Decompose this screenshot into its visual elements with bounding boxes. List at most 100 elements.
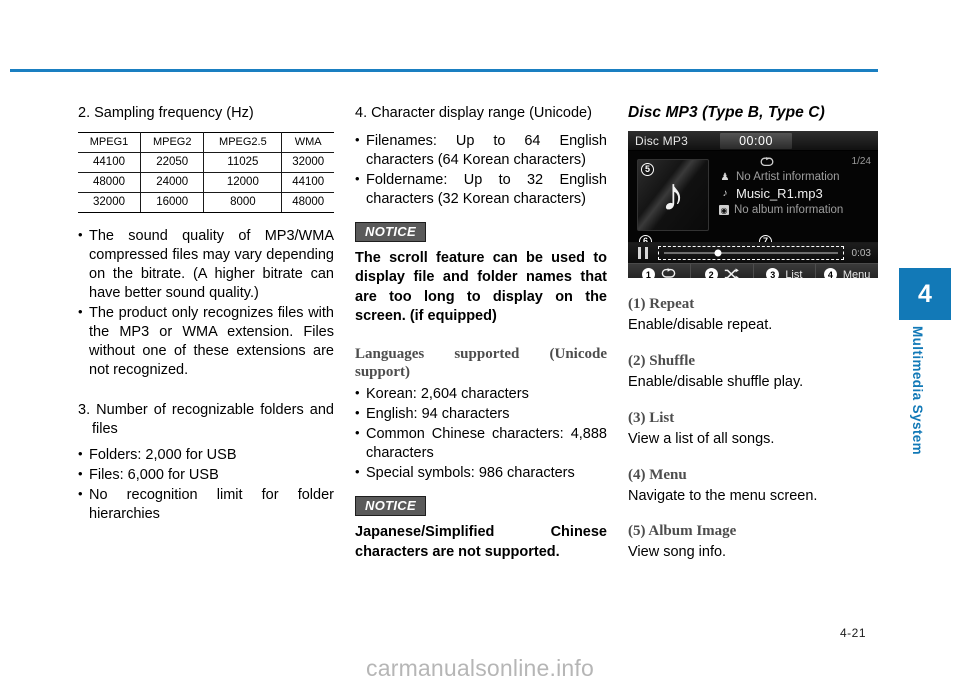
album-icon: ◉ xyxy=(719,205,729,215)
metadata-row-title: ♪ Music_R1.mp3 xyxy=(719,186,871,201)
seek-bar[interactable] xyxy=(658,246,844,260)
metadata-row-album: ◉ No album information xyxy=(719,204,871,216)
list-item: The sound quality of MP3/WMA compressed … xyxy=(78,226,334,304)
seek-thumb[interactable] xyxy=(714,249,722,257)
shuffle-icon xyxy=(724,267,739,278)
column-two: 4. Character display range (Unicode) Fil… xyxy=(355,104,607,562)
page-number: 4-21 xyxy=(840,626,867,640)
header-rule xyxy=(10,69,878,72)
callout-2: 2 xyxy=(704,268,718,278)
table-cell: 8000 xyxy=(203,191,283,213)
pause-button[interactable] xyxy=(638,247,648,259)
table-row: 44100 22050 11025 32000 xyxy=(78,151,334,173)
languages-bullets: Korean: 2,604 characters English: 94 cha… xyxy=(355,384,607,484)
callout-desc-1: Enable/disable repeat. xyxy=(628,317,773,333)
clock-display: 00:00 xyxy=(720,132,792,149)
callout-5: 5 xyxy=(641,163,654,176)
table-row: 32000 16000 8000 48000 xyxy=(78,191,334,213)
notice-badge: NOTICE xyxy=(355,222,426,243)
callout-3: 3 xyxy=(766,268,780,278)
table-cell: 44100 xyxy=(281,171,334,193)
track-count: 1/24 xyxy=(851,156,871,167)
tab-list[interactable]: 3 List xyxy=(754,264,817,278)
elapsed-time: 0:03 xyxy=(851,247,871,259)
track-metadata: ♟ No Artist information ♪ Music_R1.mp3 ◉… xyxy=(719,171,871,219)
track-title-text: Music_R1.mp3 xyxy=(736,186,823,201)
list-item: Korean: 2,604 characters xyxy=(355,384,607,404)
character-range-bullets: Filenames: Up to 64 English characters (… xyxy=(355,131,607,210)
callout-heading-3: (3) List xyxy=(628,409,675,426)
repeat-icon xyxy=(661,268,676,278)
folder-count-bullets: Folders: 2,000 for USB Files: 6,000 for … xyxy=(78,445,334,525)
column-three: Disc MP3 (Type B, Type C) Disc MP3 00:00… xyxy=(628,104,878,562)
table-col-header: MPEG2 xyxy=(140,131,205,153)
artist-text: No Artist information xyxy=(736,171,840,183)
chapter-label: Multimedia System xyxy=(910,326,925,456)
head-unit-tab-bar: 1 2 3 List 4 Menu xyxy=(628,263,878,278)
callout-desc-4: Navigate to the menu screen. xyxy=(628,487,818,504)
list-item: Filenames: Up to 64 English characters (… xyxy=(355,131,607,170)
table-cell: 32000 xyxy=(78,191,142,213)
list-item: English: 94 characters xyxy=(355,404,607,424)
callout-desc-5: View song info. xyxy=(628,544,727,561)
list-item: Folders: 2,000 for USB xyxy=(78,445,334,465)
table-col-header: MPEG1 xyxy=(78,131,142,153)
tab-shuffle[interactable]: 2 xyxy=(691,264,754,278)
chapter-tab: 4 xyxy=(899,268,951,320)
callout-heading-2: (2) Shuffle xyxy=(628,352,696,369)
callout-1: 1 xyxy=(641,268,655,278)
callout-descriptions: (1) Repeat Enable/disable repeat. (2) Sh… xyxy=(628,296,878,562)
list-item: Foldername: Up to 32 English characters … xyxy=(355,170,607,209)
table-cell: 12000 xyxy=(203,171,283,193)
chapter-number: 4 xyxy=(918,279,932,308)
table-col-header: WMA xyxy=(281,131,334,153)
table-cell: 22050 xyxy=(140,151,205,173)
watermark: carmanualsonline.info xyxy=(366,655,594,681)
tab-list-label: List xyxy=(785,268,803,279)
table-cell: 48000 xyxy=(281,191,334,213)
column-one: 2. Sampling frequency (Hz) MPEG1 MPEG2 M… xyxy=(78,104,334,525)
tab-menu-label: Menu xyxy=(842,268,871,279)
table-cell: 24000 xyxy=(140,171,205,193)
tab-menu[interactable]: 4 Menu xyxy=(816,264,878,278)
list-item: Special symbols: 986 characters xyxy=(355,463,607,483)
table-cell: 44100 xyxy=(78,151,142,173)
section-heading-sampling-frequency: 2. Sampling frequency (Hz) xyxy=(78,105,254,121)
section-heading-folder-count: 3. Number of recognizable folders and fi… xyxy=(78,401,334,437)
head-unit-screenshot: Disc MP3 00:00 ♪ 5 1/24 ♟ No Artist info… xyxy=(628,131,878,278)
callout-4: 4 xyxy=(823,268,837,278)
list-item: The product only recognizes files with t… xyxy=(78,303,334,381)
table-cell: 48000 xyxy=(78,171,142,193)
table-cell: 16000 xyxy=(140,191,205,213)
table-col-header: MPEG2.5 xyxy=(203,131,283,153)
album-text: No album information xyxy=(734,204,844,216)
table-row: 48000 24000 12000 44100 xyxy=(78,171,334,193)
music-note-icon: ♪ xyxy=(722,188,728,199)
callout-heading-4: (4) Menu xyxy=(628,466,687,483)
list-item: No recognition limit for folder hierarch… xyxy=(78,485,334,524)
sampling-frequency-table: MPEG1 MPEG2 MPEG2.5 WMA 44100 22050 1102… xyxy=(78,131,334,213)
section-title-disc-mp3: Disc MP3 (Type B, Type C) xyxy=(628,104,825,121)
source-label: Disc MP3 xyxy=(635,133,688,148)
tab-repeat[interactable]: 1 xyxy=(628,264,691,278)
head-unit-status-bar: Disc MP3 00:00 xyxy=(628,131,878,151)
transport-bar: 0:03 xyxy=(628,242,878,263)
callout-heading-1: (1) Repeat xyxy=(628,296,695,312)
notice-badge: NOTICE xyxy=(355,496,426,517)
notice-text: The scroll feature can be used to displa… xyxy=(355,250,607,324)
table-header-row: MPEG1 MPEG2 MPEG2.5 WMA xyxy=(78,131,334,153)
callout-heading-5: (5) Album Image xyxy=(628,523,737,540)
callout-desc-2: Enable/disable shuffle play. xyxy=(628,373,804,390)
table-cell: 32000 xyxy=(281,151,334,173)
manual-page: 2. Sampling frequency (Hz) MPEG1 MPEG2 M… xyxy=(0,0,960,689)
callout-desc-3: View a list of all songs. xyxy=(628,430,775,447)
section-heading-character-range: 4. Character display range (Unicode) xyxy=(355,105,592,121)
subheading-languages-supported: Languages supported (Unicode support) xyxy=(355,346,607,381)
music-note-icon: ♪ xyxy=(661,168,685,221)
notice-text: Japanese/Simplified Chinese characters a… xyxy=(355,524,607,560)
person-icon: ♟ xyxy=(720,171,730,183)
seek-track xyxy=(664,249,838,257)
sound-quality-bullets: The sound quality of MP3/WMA compressed … xyxy=(78,226,334,381)
list-item: Files: 6,000 for USB xyxy=(78,465,334,485)
now-playing-area: ♪ 5 1/24 ♟ No Artist information ♪ Music… xyxy=(628,151,878,248)
